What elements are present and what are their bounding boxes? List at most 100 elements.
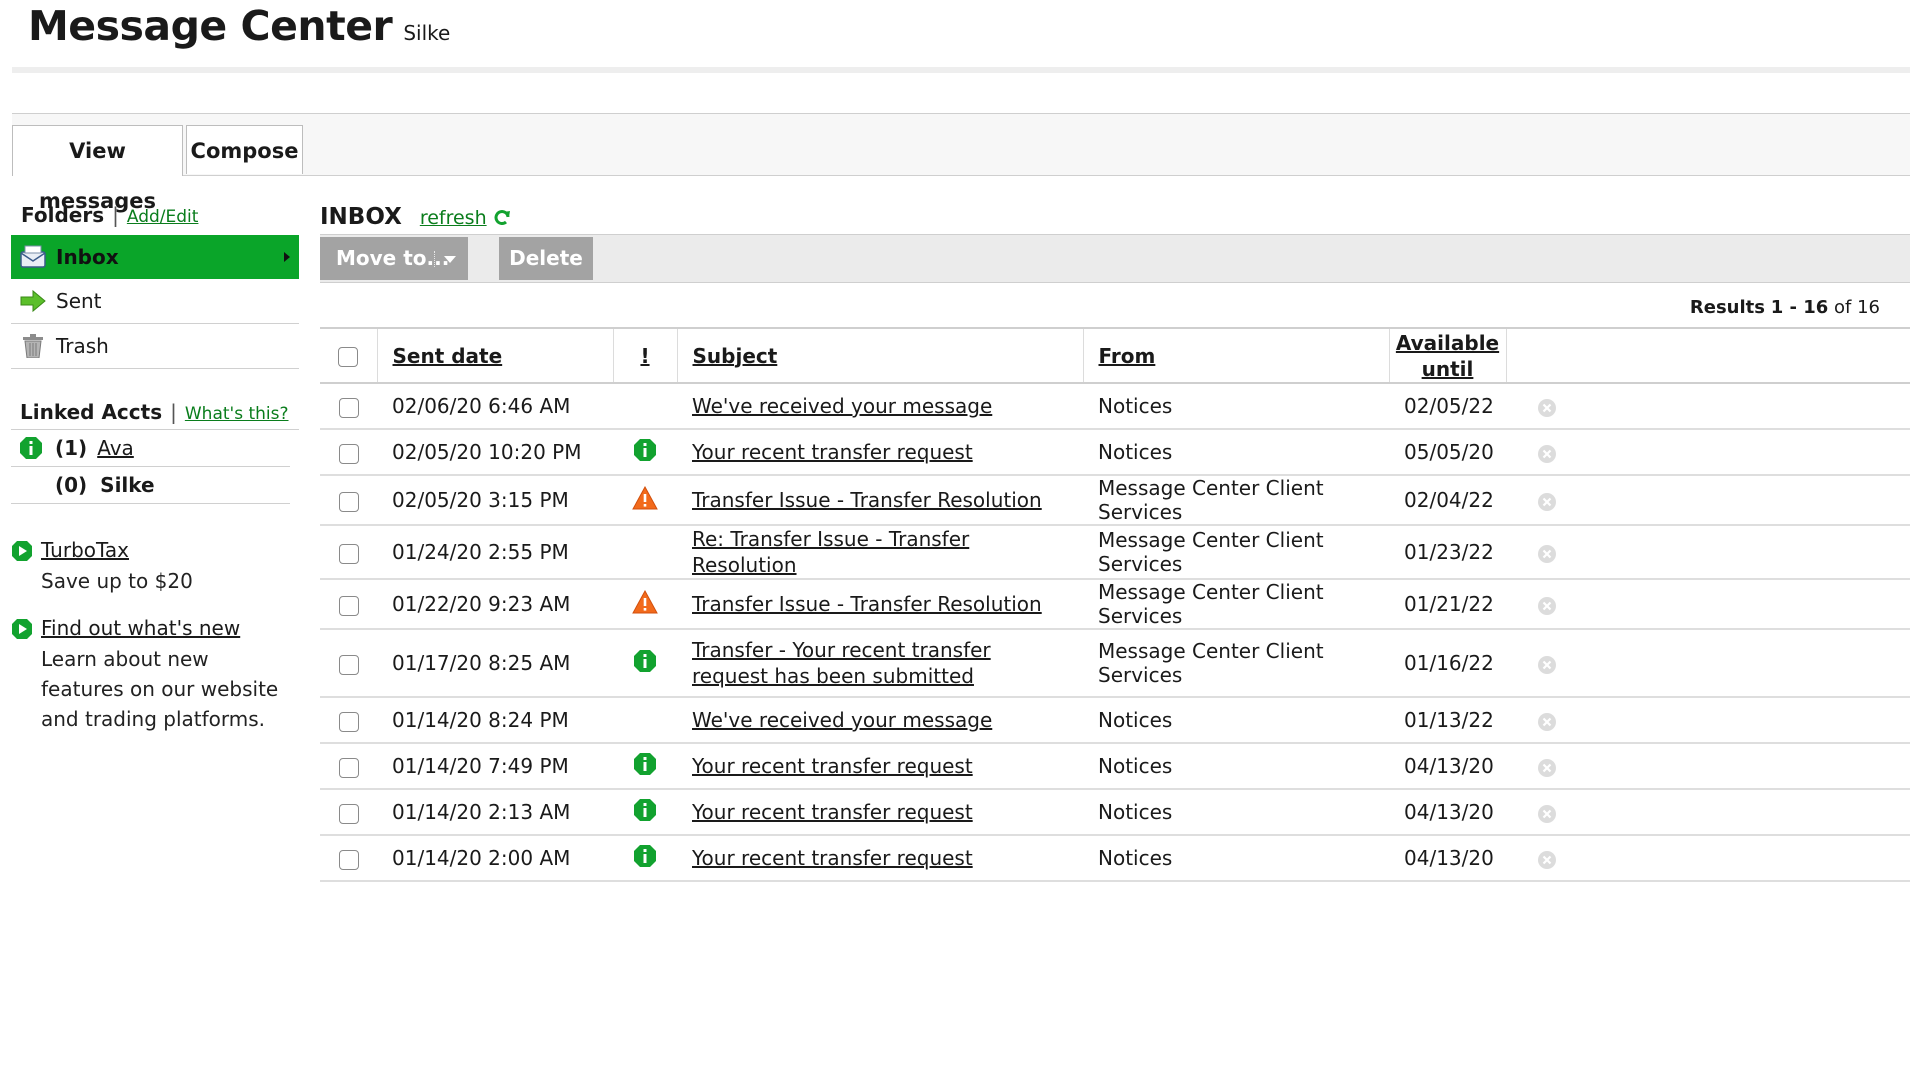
page-title: Message Center [28,2,393,50]
subject-link[interactable]: Re: Transfer Issue - Transfer Resolution [692,527,969,577]
importance-cell [613,697,677,744]
subject-link[interactable]: Your recent transfer request [692,440,973,464]
col-label-line2: until [1421,356,1474,381]
row-checkbox[interactable] [338,803,359,824]
play-arrow-icon [12,541,32,561]
delete-message-icon[interactable] [1537,758,1557,778]
delete-message-icon[interactable] [1537,850,1557,870]
sent-arrow-icon [20,289,46,313]
whats-this-link[interactable]: What's this? [185,404,289,424]
delete-message-icon[interactable] [1537,596,1557,616]
select-all-checkbox[interactable] [338,347,359,367]
from-cell: Message Center Client Services [1083,475,1389,526]
tab-compose[interactable]: Compose [186,125,303,174]
tab-view-messages[interactable]: View messages [12,125,183,213]
row-select-cell [320,697,377,744]
table-row[interactable]: 01/14/20 2:00 AM Your recent transfer req… [320,835,1910,882]
user-name: Silke [403,21,451,45]
refresh-link[interactable]: refresh [420,207,487,229]
delete-button[interactable]: Delete [499,237,593,280]
delete-message-icon[interactable] [1537,712,1557,732]
play-arrow-icon [12,619,32,639]
linked-account-ava[interactable]: (1) Ava [11,430,290,467]
delete-message-icon[interactable] [1537,444,1557,464]
account-name-link[interactable]: Ava [97,436,134,460]
from-cell: Message Center Client Services [1083,629,1389,698]
refresh-icon[interactable] [493,209,511,227]
sort-importance-link[interactable]: ! [640,344,649,368]
subject-link[interactable]: We've received your message [692,394,992,418]
from-cell: Notices [1083,429,1389,476]
delete-message-icon[interactable] [1537,492,1557,512]
table-row[interactable]: 01/22/20 9:23 AM Transfer Issue - Transfe… [320,579,1910,630]
subject-link[interactable]: Transfer Issue - Transfer Resolution [692,592,1042,616]
info-icon [634,844,656,867]
table-row[interactable]: 02/05/20 3:15 PM Transfer Issue - Transfe… [320,475,1910,526]
promo-title-link[interactable]: TurboTax [41,538,129,562]
subject-link[interactable]: Transfer - Your recent transfer request … [692,638,991,688]
caret-right-icon [284,252,290,262]
available-until-cell: 01/23/22 [1389,525,1506,580]
warning-icon [632,485,658,509]
messages-body: 02/06/20 6:46 AM We've received your mess… [320,383,1910,882]
tab-strip: View messages Compose [12,113,1910,213]
row-select-cell [320,383,377,430]
delete-message-icon[interactable] [1537,544,1557,564]
sort-subject-link[interactable]: Subject [693,344,778,368]
available-until-cell: 02/05/22 [1389,383,1506,430]
col-from: From [1082,327,1389,384]
table-row[interactable]: 01/14/20 7:49 PM Your recent transfer req… [320,743,1910,790]
subject-link[interactable]: Your recent transfer request [692,800,973,824]
info-icon [634,649,656,672]
sort-available-until-link[interactable]: Available until [1396,331,1499,381]
subject-link[interactable]: Transfer Issue - Transfer Resolution [692,488,1042,512]
available-until-cell: 04/13/20 [1389,835,1506,882]
table-row[interactable]: 01/17/20 8:25 AM Transfer - Your recent t… [320,629,1910,698]
info-icon [20,437,42,459]
table-row[interactable]: 02/06/20 6:46 AM We've received your mess… [320,383,1910,430]
table-row[interactable]: 01/24/20 2:55 PM Re: Transfer Issue - Tra… [320,525,1910,580]
row-checkbox[interactable] [338,397,359,418]
importance-cell [613,579,677,630]
sidebar-item-inbox[interactable]: Inbox [11,235,299,279]
delete-cell [1506,383,1910,430]
row-checkbox[interactable] [338,711,359,732]
delete-message-icon[interactable] [1537,655,1557,675]
sent-date-cell: 01/14/20 2:00 AM [377,835,613,882]
row-checkbox[interactable] [338,443,359,464]
subject-link[interactable]: Your recent transfer request [692,846,973,870]
sidebar-item-trash[interactable]: Trash [11,324,299,369]
move-to-dropdown[interactable]: Move to... [320,237,468,280]
delete-cell [1506,835,1910,882]
importance-cell [613,789,677,836]
add-edit-link[interactable]: Add/Edit [127,207,199,227]
row-checkbox[interactable] [338,849,359,870]
folders-label: Folders [21,203,105,227]
subject-cell: Transfer Issue - Transfer Resolution [677,579,1083,630]
promo-title-link[interactable]: Find out what's new [41,616,240,640]
results-count: Results 1 - 16 of 16 [1690,297,1880,318]
row-checkbox[interactable] [338,757,359,778]
sort-from-link[interactable]: From [1099,344,1156,368]
table-row[interactable]: 01/14/20 8:24 PM We've received your mess… [320,697,1910,744]
row-checkbox[interactable] [338,491,359,512]
promo-turbotax: TurboTax Save up to $20 [11,538,299,596]
move-to-label: Move to... [336,246,450,270]
row-checkbox[interactable] [338,543,359,564]
sort-sent-date-link[interactable]: Sent date [393,344,503,368]
folders-header: Folders | Add/Edit [11,195,299,235]
row-checkbox[interactable] [338,595,359,616]
subject-link[interactable]: Your recent transfer request [692,754,973,778]
sidebar-item-sent[interactable]: Sent [11,279,299,324]
account-count: (0) [55,473,88,497]
sidebar-item-label: Sent [56,289,102,313]
available-until-cell: 04/13/20 [1389,743,1506,790]
delete-message-icon[interactable] [1537,398,1557,418]
row-checkbox[interactable] [338,654,359,675]
delete-message-icon[interactable] [1537,804,1557,824]
table-row[interactable]: 01/14/20 2:13 AM Your recent transfer req… [320,789,1910,836]
table-row[interactable]: 02/05/20 10:20 PM Your recent transfer re… [320,429,1910,476]
subject-cell: We've received your message [677,383,1083,430]
sent-date-cell: 01/14/20 7:49 PM [377,743,613,790]
subject-link[interactable]: We've received your message [692,708,992,732]
